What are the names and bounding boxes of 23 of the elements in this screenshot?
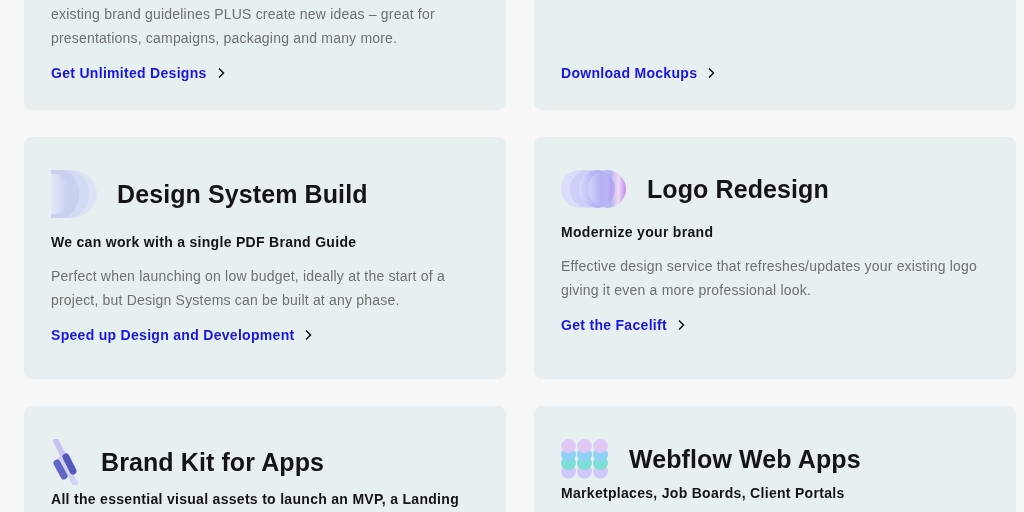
arcs-icon: [51, 170, 97, 218]
card-description: existing brand guidelines PLUS create new ideas – great for presentations, campaigns, packaging and many more.: [51, 5, 436, 48]
circles-icon: [561, 170, 627, 208]
chevron-right-icon: [216, 67, 225, 79]
card-subtitle: All the essential visual assets to launch an MVP, a Landing: [51, 491, 459, 507]
card-description: Effective design service that refreshes/updates your existing logo giving it even a more professional look.: [561, 257, 979, 300]
card-subtitle: Marketplaces, Job Boards, Client Portals: [561, 485, 845, 501]
card-link[interactable]: Get the Facelift: [561, 317, 685, 333]
card-link[interactable]: Speed up Design and Development: [51, 327, 313, 343]
card-title: Logo Redesign: [647, 174, 829, 204]
card-subtitle: We can work with a single PDF Brand Guide: [51, 234, 357, 250]
card-title: Design System Build: [117, 179, 368, 209]
chevron-right-icon: [676, 319, 685, 331]
card-title: Webflow Web Apps: [629, 444, 861, 474]
chevron-right-icon: [304, 329, 313, 341]
card-link[interactable]: Download Mockups: [561, 65, 716, 81]
dots-grid-icon: [561, 439, 609, 479]
card-link[interactable]: Get Unlimited Designs: [51, 65, 225, 81]
card-subtitle: Modernize your brand: [561, 224, 714, 240]
pills-icon: [51, 439, 81, 485]
card-title: Brand Kit for Apps: [101, 447, 325, 477]
card-description: Perfect when launching on low budget, ideally at the start of a project, but Design Systems can be built at any phase.: [51, 267, 446, 310]
chevron-right-icon: [707, 67, 716, 79]
